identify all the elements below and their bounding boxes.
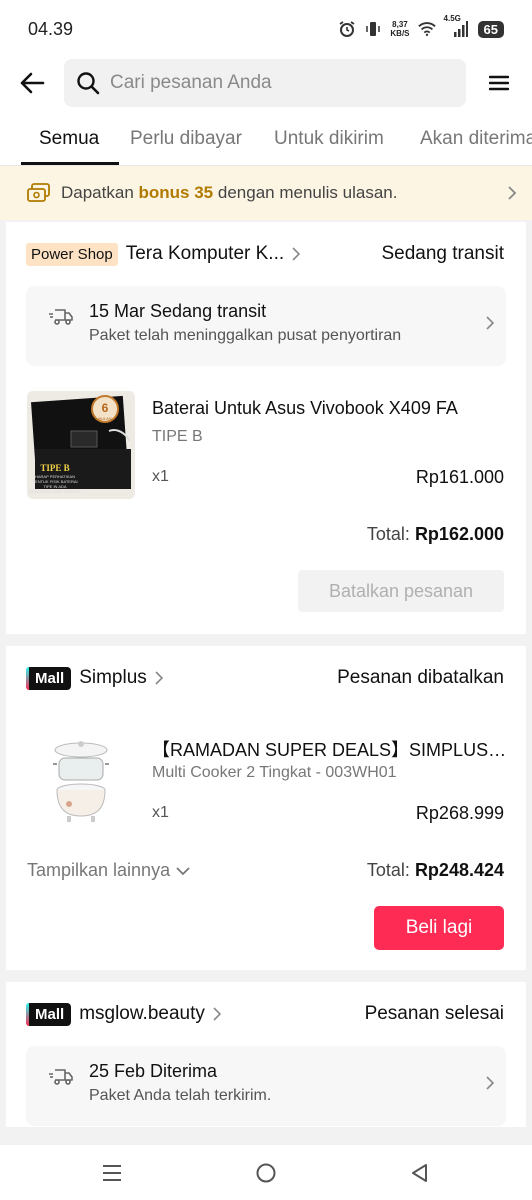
svg-text:TIPE B: TIPE B <box>40 463 69 473</box>
chevron-right-icon <box>486 1076 495 1095</box>
order-total: Total: Rp162.000 <box>366 524 504 544</box>
svg-text:BEBERAPA JENIS BATERAI: BEBERAPA JENIS BATERAI <box>29 489 80 494</box>
banner-text: Dapatkan bonus 35 dengan menulis ulasan. <box>61 183 398 202</box>
truck-icon <box>49 309 73 325</box>
coupon-icon <box>27 183 50 202</box>
tracking-subtitle: Paket Anda telah terkirim. <box>89 1087 272 1104</box>
review-bonus-banner[interactable]: Dapatkan bonus 35 dengan menulis ulasan. <box>0 166 532 220</box>
product-variant: Multi Cooker 2 Tingkat - 003WH01 <box>152 764 397 781</box>
hamburger-menu-icon <box>489 75 509 91</box>
tracking-title: 15 Mar Sedang transit <box>89 301 267 321</box>
chevron-right-icon <box>486 316 495 335</box>
banner-bonus: bonus 35 <box>138 183 214 202</box>
svg-text:BULAN: BULAN <box>98 416 111 421</box>
shop-name[interactable]: Simplus <box>79 667 147 689</box>
chevron-right-icon <box>213 1007 221 1021</box>
tracking-title: 25 Feb Diterima <box>89 1061 218 1081</box>
order-total-value: Rp248.424 <box>414 860 504 880</box>
back-button[interactable] <box>0 58 64 108</box>
battery-indicator: 65 <box>477 20 504 38</box>
alarm-icon <box>338 20 356 38</box>
status-time: 04.39 <box>28 18 74 39</box>
tracking-box[interactable]: 15 Mar Sedang transit Paket telah mening… <box>26 286 506 366</box>
shop-row: Mall msglow.beauty Pesanan selesai <box>26 1000 504 1028</box>
tracking-box[interactable]: 25 Feb Diterima Paket Anda telah terkiri… <box>26 1046 506 1126</box>
show-more-label: Tampilkan lainnya <box>27 860 171 880</box>
svg-text:6: 6 <box>102 401 109 415</box>
status-icons: 8,37 KB/S 4.5G 65 <box>338 14 504 38</box>
power-shop-badge: Power Shop <box>26 242 118 266</box>
network-speed: 8,37 KB/S <box>390 20 410 38</box>
mall-badge: Mall <box>26 666 72 690</box>
product-image-multi-cooker[interactable] <box>27 728 135 836</box>
product-name[interactable]: Baterai Untuk Asus Vivobook X409 FA <box>152 398 508 419</box>
shop-row: Power Shop Tera Komputer K... Sedang tra… <box>26 240 504 268</box>
order-total: Total: Rp248.424 <box>366 860 504 880</box>
shop-row: Mall Simplus Pesanan dibatalkan <box>26 664 504 692</box>
back-nav-button[interactable] <box>403 1159 435 1187</box>
shop-name[interactable]: Tera Komputer K... <box>126 243 284 265</box>
menu-button[interactable] <box>466 58 532 108</box>
recents-button[interactable] <box>96 1159 128 1187</box>
status-bar: 04.39 8,37 KB/S 4.5G 65 <box>0 0 532 58</box>
product-quantity: x1 <box>152 468 169 485</box>
order-total-value: Rp162.000 <box>414 524 504 544</box>
product-quantity: x1 <box>152 804 169 821</box>
product-price: Rp268.999 <box>415 803 504 823</box>
back-arrow-icon <box>20 72 45 94</box>
search-input[interactable] <box>110 72 440 94</box>
shop-name[interactable]: msglow.beauty <box>79 1003 205 1025</box>
chevron-right-icon <box>155 671 163 685</box>
tab-semua[interactable]: Semua <box>39 128 99 150</box>
signal-icon: 4.5G <box>444 14 470 38</box>
chevron-right-icon <box>492 185 532 201</box>
chevron-right-icon <box>292 247 301 261</box>
order-card[interactable]: Power Shop Tera Komputer K... Sedang tra… <box>6 222 526 634</box>
tracking-subtitle: Paket telah meninggalkan pusat penyortir… <box>89 327 402 344</box>
system-navigation-bar <box>0 1145 532 1200</box>
order-card[interactable]: Mall msglow.beauty Pesanan selesai 25 Fe… <box>6 982 526 1127</box>
chevron-down-icon <box>176 866 190 875</box>
mall-badge: Mall <box>26 1002 72 1026</box>
order-tabs: Semua Perlu dibayar Untuk dikirim Akan d… <box>0 108 532 166</box>
product-image-battery[interactable]: 6 BULAN TIPE B HARAP PERHATIKAN BENTUK F… <box>27 391 135 499</box>
order-status: Pesanan dibatalkan <box>337 667 504 688</box>
product-name[interactable]: 【RAMADAN SUPER DEALS】SIMPLUS Multi Cooke… <box>152 736 508 762</box>
header <box>0 58 532 108</box>
product-price: Rp161.000 <box>415 467 504 487</box>
cancel-order-button[interactable]: Batalkan pesanan <box>298 570 504 612</box>
show-more-toggle[interactable]: Tampilkan lainnya <box>27 860 190 881</box>
product-variant: TIPE B <box>152 428 203 445</box>
tab-untuk-dikirim[interactable]: Untuk dikirim <box>274 128 384 150</box>
tab-active-indicator <box>21 162 119 165</box>
tab-akan-diterima[interactable]: Akan diterima <box>420 128 532 150</box>
buy-again-button[interactable]: Beli lagi <box>374 906 504 950</box>
home-icon <box>256 1163 276 1183</box>
wifi-icon <box>417 20 436 38</box>
back-triangle-icon <box>412 1164 427 1182</box>
recents-icon <box>103 1165 121 1181</box>
order-card[interactable]: Mall Simplus Pesanan dibatalkan 【RAMADAN… <box>6 646 526 970</box>
order-status: Pesanan selesai <box>364 1003 504 1024</box>
tab-perlu-dibayar[interactable]: Perlu dibayar <box>130 128 242 150</box>
vibrate-icon <box>364 20 382 38</box>
truck-icon <box>49 1069 73 1085</box>
search-icon <box>77 72 100 95</box>
search-box[interactable] <box>64 59 466 107</box>
home-button[interactable] <box>250 1159 282 1187</box>
order-status: Sedang transit <box>381 243 504 264</box>
